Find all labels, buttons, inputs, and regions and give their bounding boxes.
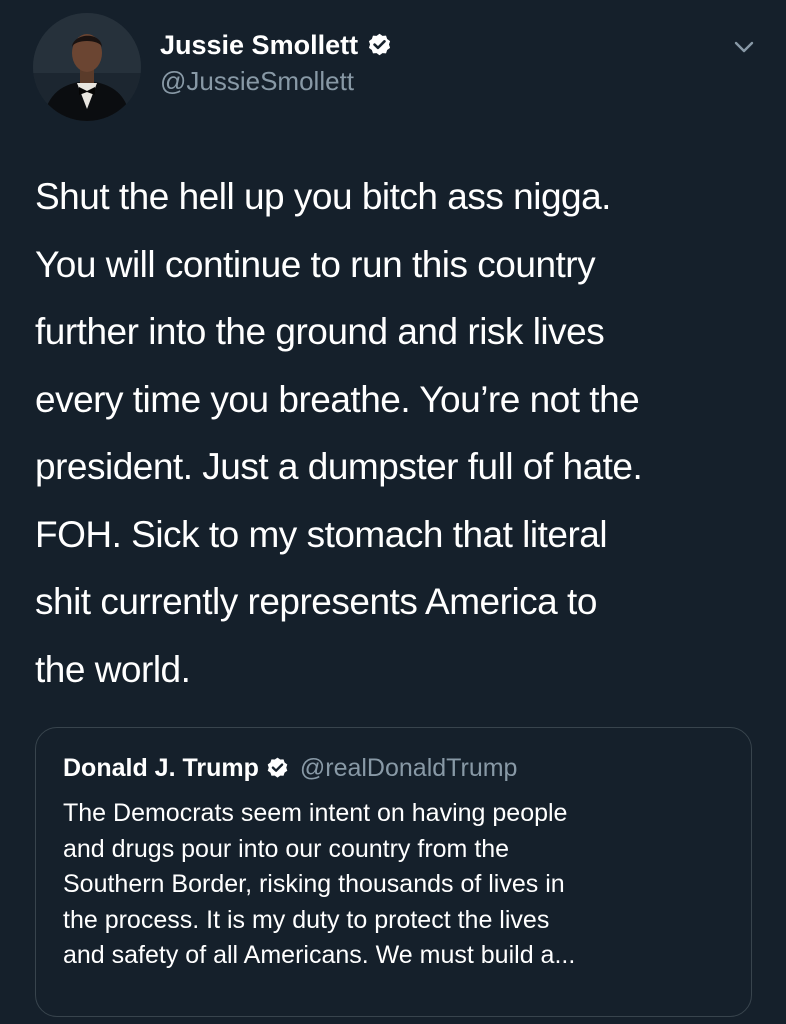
verified-badge-icon	[265, 756, 290, 781]
quoted-author-handle: @realDonaldTrump	[299, 753, 518, 782]
verified-badge-icon	[366, 32, 393, 59]
author-display-name[interactable]: Jussie Smollett	[160, 30, 358, 61]
author-handle[interactable]: @JussieSmollett	[160, 66, 393, 97]
quoted-tweet[interactable]: Donald J. Trump @realDonaldTrump The Dem…	[35, 727, 752, 1017]
author-block: Jussie Smollett @JussieSmollett	[160, 26, 393, 97]
chevron-down-icon[interactable]	[729, 32, 759, 62]
tweet-text: Shut the hell up you bitch ass nigga. Yo…	[35, 176, 643, 690]
tweet-card: Jussie Smollett @JussieSmollett Shut the…	[0, 0, 786, 1024]
quoted-tweet-text: The Democrats seem intent on having peop…	[63, 799, 576, 969]
avatar[interactable]	[33, 13, 141, 121]
quoted-tweet-header: Donald J. Trump @realDonaldTrump	[63, 750, 517, 786]
avatar-photo	[33, 13, 141, 121]
quoted-author-display-name: Donald J. Trump	[63, 753, 259, 782]
author-name-row: Jussie Smollett	[160, 26, 393, 64]
